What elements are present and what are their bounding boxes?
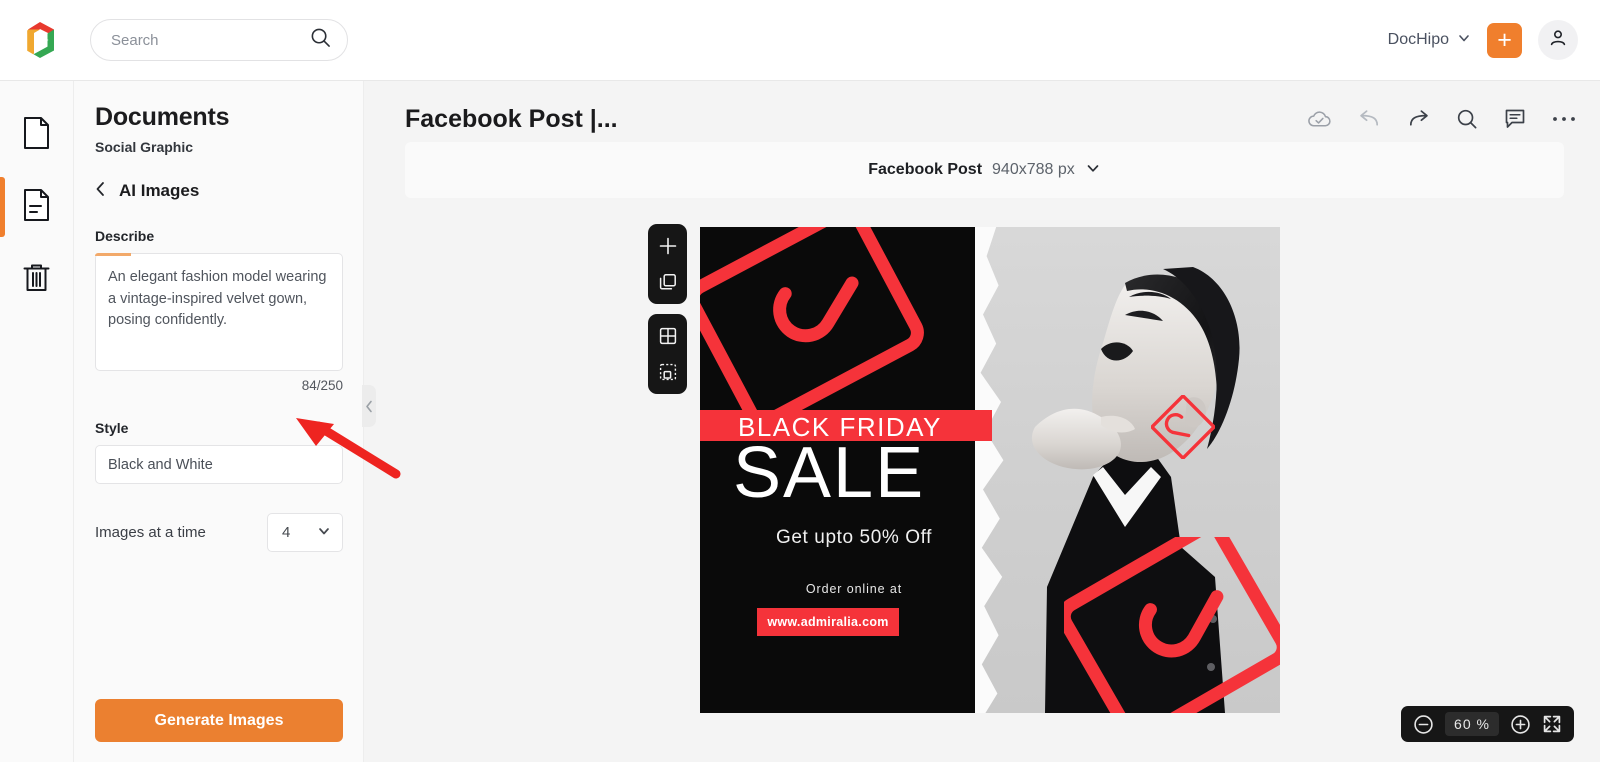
images-count-select[interactable]: 4 bbox=[267, 513, 343, 552]
search-icon[interactable] bbox=[310, 27, 331, 53]
design-artboard[interactable]: BLACK FRIDAY SALE Get upto 50% Off Order… bbox=[700, 227, 1280, 713]
chevron-down-icon bbox=[1457, 31, 1471, 50]
artboard-offer-text[interactable]: Get upto 50% Off bbox=[744, 527, 964, 549]
editor-area: Facebook Post |... Facebook Post 940x788… bbox=[364, 81, 1600, 762]
red-earring-decoration bbox=[1151, 395, 1215, 459]
images-count-row: Images at a time 4 bbox=[95, 513, 343, 552]
describe-field-wrapper[interactable] bbox=[95, 253, 343, 371]
zoom-in-icon[interactable] bbox=[1510, 714, 1531, 735]
workspace-label: DocHipo bbox=[1387, 31, 1449, 48]
redo-icon[interactable] bbox=[1407, 109, 1430, 129]
describe-label: Describe bbox=[95, 228, 155, 244]
comment-icon[interactable] bbox=[1504, 108, 1526, 130]
style-select[interactable]: Black and White bbox=[95, 445, 343, 484]
duplicate-page-icon[interactable] bbox=[656, 270, 680, 294]
page-icon bbox=[21, 116, 52, 155]
top-bar-right-actions: DocHipo + bbox=[1388, 20, 1578, 60]
undo-icon[interactable] bbox=[1358, 109, 1381, 129]
artboard-title[interactable]: SALE bbox=[733, 437, 925, 509]
page-title: Documents bbox=[95, 103, 230, 131]
size-bar-doc-type: Facebook Post bbox=[868, 161, 983, 178]
global-search-box[interactable] bbox=[90, 19, 348, 61]
editor-toolbar bbox=[1307, 108, 1576, 130]
dochipo-hexagon-logo-icon[interactable] bbox=[18, 18, 62, 62]
document-size-bar[interactable]: Facebook Post 940x788 px bbox=[405, 142, 1564, 198]
zoom-out-icon[interactable] bbox=[1413, 714, 1434, 735]
images-count-value: 4 bbox=[282, 524, 291, 541]
search-input[interactable] bbox=[111, 31, 310, 49]
panel-subtitle: Social Graphic bbox=[95, 139, 194, 155]
chevron-left-icon bbox=[95, 181, 106, 201]
style-label: Style bbox=[95, 420, 129, 436]
style-select-value: Black and White bbox=[108, 456, 213, 473]
account-avatar-button[interactable] bbox=[1538, 20, 1578, 60]
panel-collapse-handle[interactable] bbox=[362, 385, 376, 427]
trash-icon bbox=[21, 260, 52, 299]
document-title[interactable]: Facebook Post |... bbox=[405, 105, 618, 134]
images-count-label: Images at a time bbox=[95, 524, 206, 541]
more-options-icon[interactable] bbox=[1552, 115, 1576, 123]
artboard-url-button[interactable]: www.admiralia.com bbox=[757, 608, 899, 636]
describe-input[interactable] bbox=[108, 267, 330, 353]
zoom-level-value[interactable]: 60 % bbox=[1445, 712, 1499, 736]
chevron-down-icon bbox=[317, 524, 331, 542]
generate-images-button[interactable]: Generate Images bbox=[95, 699, 343, 742]
rail-item-documents[interactable] bbox=[0, 99, 74, 171]
zoom-control: 60 % bbox=[1401, 706, 1574, 742]
fullscreen-icon[interactable] bbox=[1542, 714, 1562, 734]
page-tool-stack bbox=[648, 224, 687, 304]
red-spiral-decoration-top bbox=[700, 227, 924, 411]
chevron-down-icon[interactable] bbox=[1085, 160, 1101, 181]
document-header: Facebook Post |... bbox=[405, 95, 1576, 143]
describe-char-count: 84/250 bbox=[301, 378, 343, 393]
rail-item-trash[interactable] bbox=[0, 243, 74, 315]
page-lines-icon bbox=[21, 188, 52, 227]
create-new-button[interactable]: + bbox=[1487, 22, 1522, 58]
canvas-tool-stacks bbox=[648, 224, 687, 404]
grid-icon[interactable] bbox=[656, 324, 680, 348]
red-spiral-decoration-bottom bbox=[1064, 537, 1280, 713]
workspace-switcher[interactable]: DocHipo bbox=[1388, 31, 1471, 50]
dochipo-editor-app: DocHipo + bbox=[0, 0, 1600, 762]
add-page-icon[interactable] bbox=[656, 234, 680, 258]
grid-tool-stack bbox=[648, 314, 687, 394]
cloud-saved-icon[interactable] bbox=[1307, 109, 1332, 129]
back-to-ai-images[interactable]: AI Images bbox=[95, 181, 342, 201]
user-avatar-icon bbox=[1547, 27, 1569, 54]
search-icon[interactable] bbox=[1456, 108, 1478, 130]
artboard-order-text[interactable]: Order online at bbox=[744, 582, 964, 596]
rail-item-templates[interactable] bbox=[0, 171, 74, 243]
back-label: AI Images bbox=[119, 181, 200, 200]
plus-icon: + bbox=[1497, 25, 1512, 54]
snap-icon[interactable] bbox=[656, 360, 680, 384]
left-icon-rail bbox=[0, 81, 74, 762]
ai-images-panel: Documents Social Graphic AI Images Descr… bbox=[74, 81, 364, 762]
top-bar: DocHipo + bbox=[0, 0, 1600, 81]
size-bar-dimensions: 940x788 px bbox=[992, 161, 1075, 178]
